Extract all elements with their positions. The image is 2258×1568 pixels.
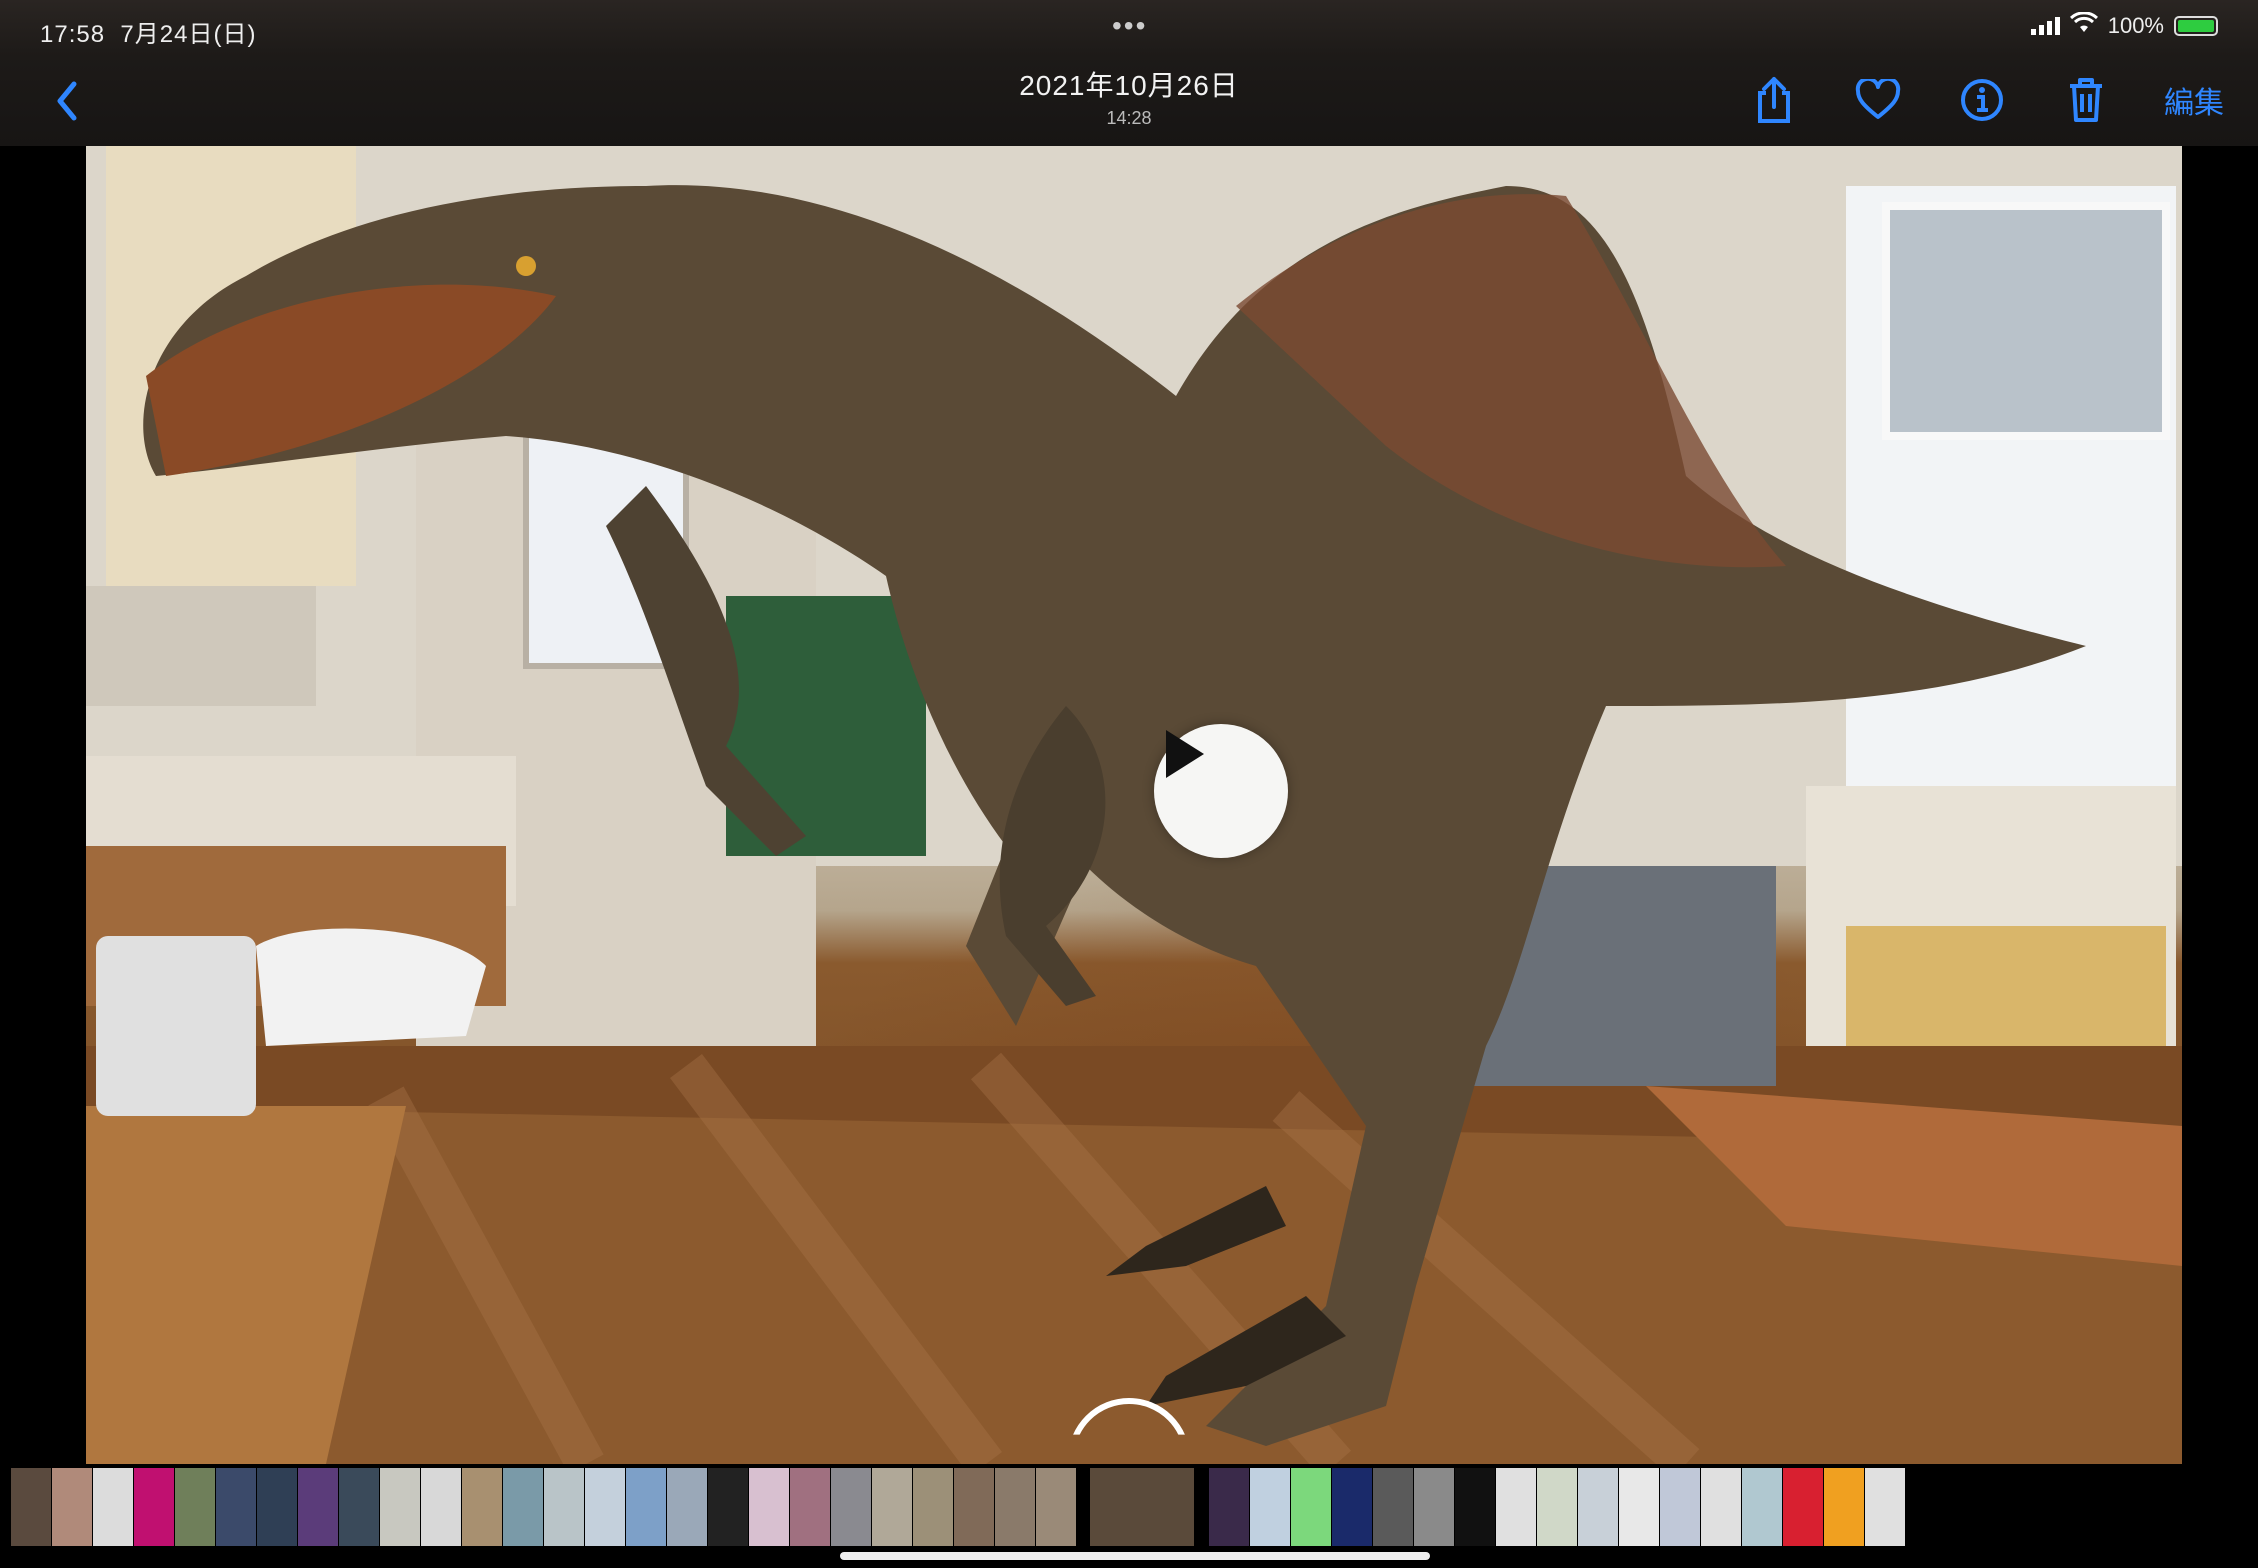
- thumbnail-filmstrip[interactable]: [10, 1466, 2250, 1548]
- status-bar: 17:58 7月24日(日) ••• 100%: [0, 0, 2258, 56]
- filmstrip-thumbnail[interactable]: [1455, 1468, 1495, 1546]
- filmstrip-thumbnail[interactable]: [11, 1468, 51, 1546]
- delete-button[interactable]: [2060, 74, 2112, 126]
- filmstrip-thumbnail[interactable]: [1701, 1468, 1741, 1546]
- video-frame[interactable]: [86, 146, 2182, 1464]
- filmstrip-thumbnail[interactable]: [1373, 1468, 1413, 1546]
- battery-percent: 100%: [2107, 13, 2164, 38]
- heart-icon: [1855, 79, 1901, 119]
- filmstrip-thumbnail[interactable]: [1578, 1468, 1618, 1546]
- filmstrip-thumbnail[interactable]: [1496, 1468, 1536, 1546]
- filmstrip-thumbnail-current[interactable]: [1090, 1468, 1194, 1546]
- filmstrip-thumbnail[interactable]: [708, 1468, 748, 1546]
- filmstrip-thumbnail[interactable]: [1414, 1468, 1454, 1546]
- filmstrip-thumbnail[interactable]: [749, 1468, 789, 1546]
- filmstrip-thumbnail[interactable]: [462, 1468, 502, 1546]
- info-button[interactable]: [1956, 74, 2008, 126]
- filmstrip-thumbnail[interactable]: [790, 1468, 830, 1546]
- trash-icon: [2070, 78, 2102, 122]
- filmstrip-thumbnail[interactable]: [1036, 1468, 1076, 1546]
- share-icon: [1758, 77, 1790, 123]
- filmstrip-thumbnail[interactable]: [1660, 1468, 1700, 1546]
- battery-icon: [2174, 16, 2218, 36]
- filmstrip-thumbnail[interactable]: [257, 1468, 297, 1546]
- status-time-date: 17:58 7月24日(日): [40, 14, 256, 49]
- filmstrip-thumbnail[interactable]: [1865, 1468, 1905, 1546]
- edit-button[interactable]: 編集: [2164, 78, 2224, 122]
- filmstrip-thumbnail[interactable]: [1824, 1468, 1864, 1546]
- favorite-button[interactable]: [1852, 74, 1904, 126]
- filmstrip-thumbnail[interactable]: [503, 1468, 543, 1546]
- filmstrip-thumbnail[interactable]: [1250, 1468, 1290, 1546]
- filmstrip-thumbnail[interactable]: [995, 1468, 1035, 1546]
- filmstrip-thumbnail[interactable]: [585, 1468, 625, 1546]
- filmstrip-thumbnail[interactable]: [667, 1468, 707, 1546]
- filmstrip-thumbnail[interactable]: [913, 1468, 953, 1546]
- play-icon: [1166, 730, 1204, 778]
- filmstrip-thumbnail[interactable]: [1742, 1468, 1782, 1546]
- filmstrip-thumbnail[interactable]: [1332, 1468, 1372, 1546]
- wifi-icon: [2069, 11, 2098, 40]
- filmstrip-thumbnail[interactable]: [872, 1468, 912, 1546]
- share-button[interactable]: [1748, 74, 1800, 126]
- filmstrip-thumbnail[interactable]: [134, 1468, 174, 1546]
- filmstrip-thumbnail[interactable]: [421, 1468, 461, 1546]
- dinosaur-classroom-image: [86, 146, 2182, 1464]
- filmstrip-thumbnail[interactable]: [1209, 1468, 1249, 1546]
- filmstrip-thumbnail[interactable]: [380, 1468, 420, 1546]
- status-time: 17:58: [40, 21, 106, 48]
- play-button[interactable]: [1154, 724, 1288, 858]
- filmstrip-thumbnail[interactable]: [626, 1468, 666, 1546]
- filmstrip-thumbnail[interactable]: [1537, 1468, 1577, 1546]
- multitasking-dots[interactable]: •••: [1112, 10, 1147, 42]
- cellular-signal-icon: [2030, 17, 2060, 35]
- filmstrip-thumbnail[interactable]: [175, 1468, 215, 1546]
- filmstrip-thumbnail[interactable]: [544, 1468, 584, 1546]
- status-indicators: 100%: [2030, 11, 2218, 40]
- filmstrip-thumbnail[interactable]: [831, 1468, 871, 1546]
- photo-viewer[interactable]: [0, 146, 2258, 1464]
- info-icon: [1961, 79, 2003, 121]
- home-indicator[interactable]: [840, 1552, 1430, 1560]
- filmstrip-thumbnail[interactable]: [298, 1468, 338, 1546]
- filmstrip-thumbnail[interactable]: [93, 1468, 133, 1546]
- filmstrip-thumbnail[interactable]: [1619, 1468, 1659, 1546]
- filmstrip-thumbnail[interactable]: [216, 1468, 256, 1546]
- status-date: 7月24日(日): [120, 21, 257, 48]
- filmstrip-thumbnail[interactable]: [1291, 1468, 1331, 1546]
- nav-actions: 編集: [1748, 74, 2224, 126]
- filmstrip-thumbnail[interactable]: [954, 1468, 994, 1546]
- filmstrip-thumbnail[interactable]: [1783, 1468, 1823, 1546]
- filmstrip-thumbnail[interactable]: [339, 1468, 379, 1546]
- filmstrip-thumbnail[interactable]: [52, 1468, 92, 1546]
- photo-nav-bar: 2021年10月26日 14:28 編集: [0, 56, 2258, 146]
